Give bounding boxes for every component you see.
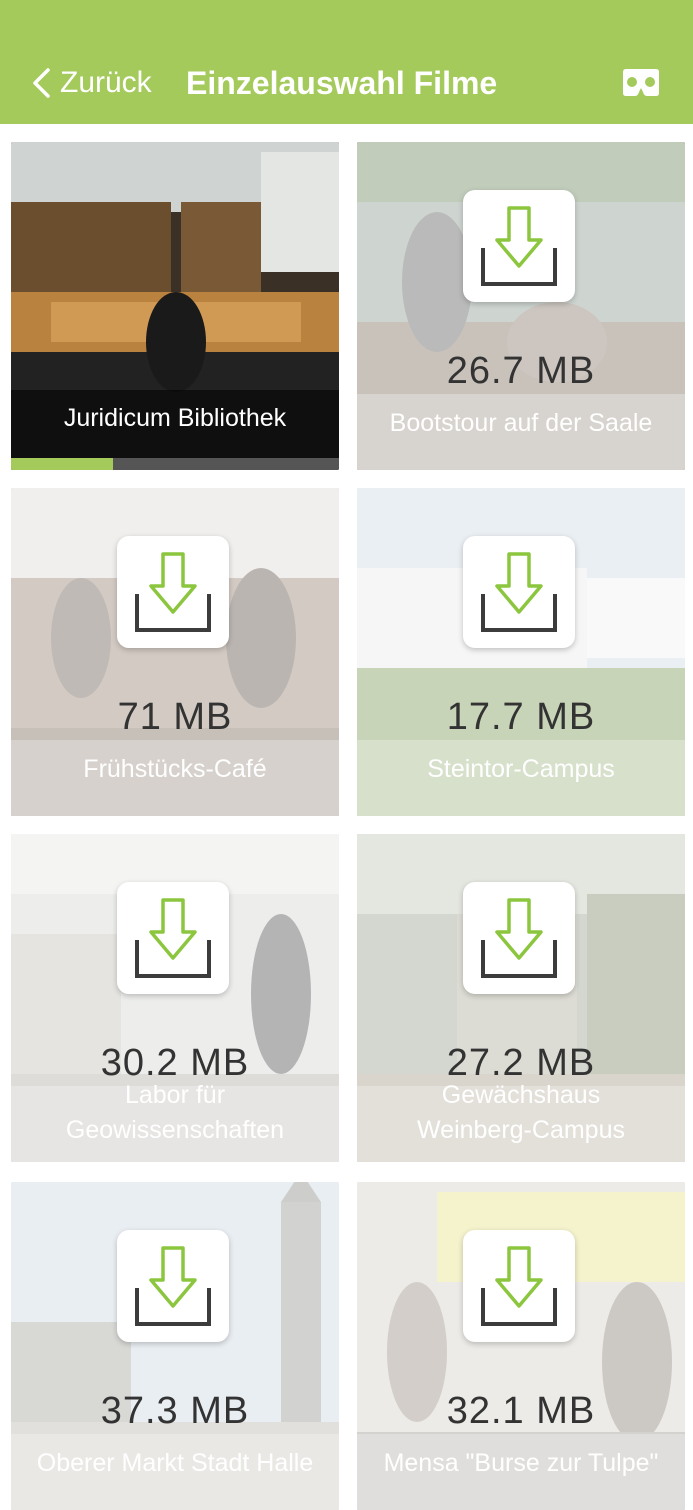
film-title-line2: Geowissenschaften — [65, 1116, 285, 1144]
film-tile-fruehstuecks-cafe[interactable]: 71 MB Frühstücks-Café — [11, 488, 339, 816]
download-icon — [481, 206, 557, 286]
film-title: Juridicum Bibliothek — [63, 404, 287, 432]
film-title: Mensa "Burse zur Tulpe" — [383, 1449, 659, 1477]
download-button[interactable] — [463, 190, 575, 302]
download-progress-fill — [11, 458, 113, 470]
download-icon — [481, 898, 557, 978]
film-tile-oberer-markt[interactable]: 37.3 MB Oberer Markt Stadt Halle — [11, 1182, 339, 1510]
film-tile-bootstour[interactable]: 26.7 MB Bootstour auf der Saale — [357, 142, 685, 470]
film-title-line2: Weinberg-Campus — [417, 1116, 625, 1144]
film-title: Gewächshaus Weinberg-Campus — [357, 1078, 685, 1148]
film-title: Labor für Geowissenschaften — [11, 1078, 339, 1148]
page-title: Einzelauswahl Filme — [186, 65, 498, 101]
header-bar: Zurück Einzelauswahl Filme — [0, 0, 693, 124]
film-tile-mensa[interactable]: 32.1 MB Mensa "Burse zur Tulpe" — [357, 1182, 685, 1510]
film-tile-juridicum-bibliothek[interactable]: Juridicum Bibliothek — [11, 142, 339, 470]
download-button[interactable] — [463, 536, 575, 648]
download-icon — [481, 552, 557, 632]
chevron-left-icon — [33, 68, 50, 98]
back-button[interactable]: Zurück — [30, 62, 152, 104]
download-icon — [135, 898, 211, 978]
file-size: 17.7 MB — [446, 696, 596, 738]
download-button[interactable] — [117, 1230, 229, 1342]
film-title: Steintor-Campus — [427, 755, 615, 783]
download-button[interactable] — [117, 536, 229, 648]
file-size: 37.3 MB — [100, 1390, 250, 1432]
download-progress-bar — [11, 458, 339, 470]
film-tile-steintor-campus[interactable]: 17.7 MB Steintor-Campus — [357, 488, 685, 816]
vr-headset-icon[interactable] — [620, 68, 662, 98]
download-icon — [481, 1246, 557, 1326]
film-title-line1: Gewächshaus — [441, 1081, 601, 1109]
film-title: Bootstour auf der Saale — [389, 409, 653, 437]
film-title: Frühstücks-Café — [83, 755, 267, 783]
back-label: Zurück — [60, 66, 152, 99]
download-icon — [135, 552, 211, 632]
film-grid: Juridicum Bibliothek 26.7 MB Bootstour a… — [0, 124, 693, 1510]
download-icon — [135, 1246, 211, 1326]
file-size: 26.7 MB — [446, 350, 596, 392]
download-button[interactable] — [463, 882, 575, 994]
download-button[interactable] — [117, 882, 229, 994]
film-tile-labor-geowissenschaften[interactable]: 30.2 MB Labor für Geowissenschaften — [11, 834, 339, 1162]
file-size: 71 MB — [117, 696, 233, 738]
film-title: Oberer Markt Stadt Halle — [36, 1449, 314, 1477]
file-size: 32.1 MB — [446, 1390, 596, 1432]
download-button[interactable] — [463, 1230, 575, 1342]
film-tile-gewaechshaus[interactable]: 27.2 MB Gewächshaus Weinberg-Campus — [357, 834, 685, 1162]
film-title-line1: Labor für — [124, 1081, 226, 1109]
